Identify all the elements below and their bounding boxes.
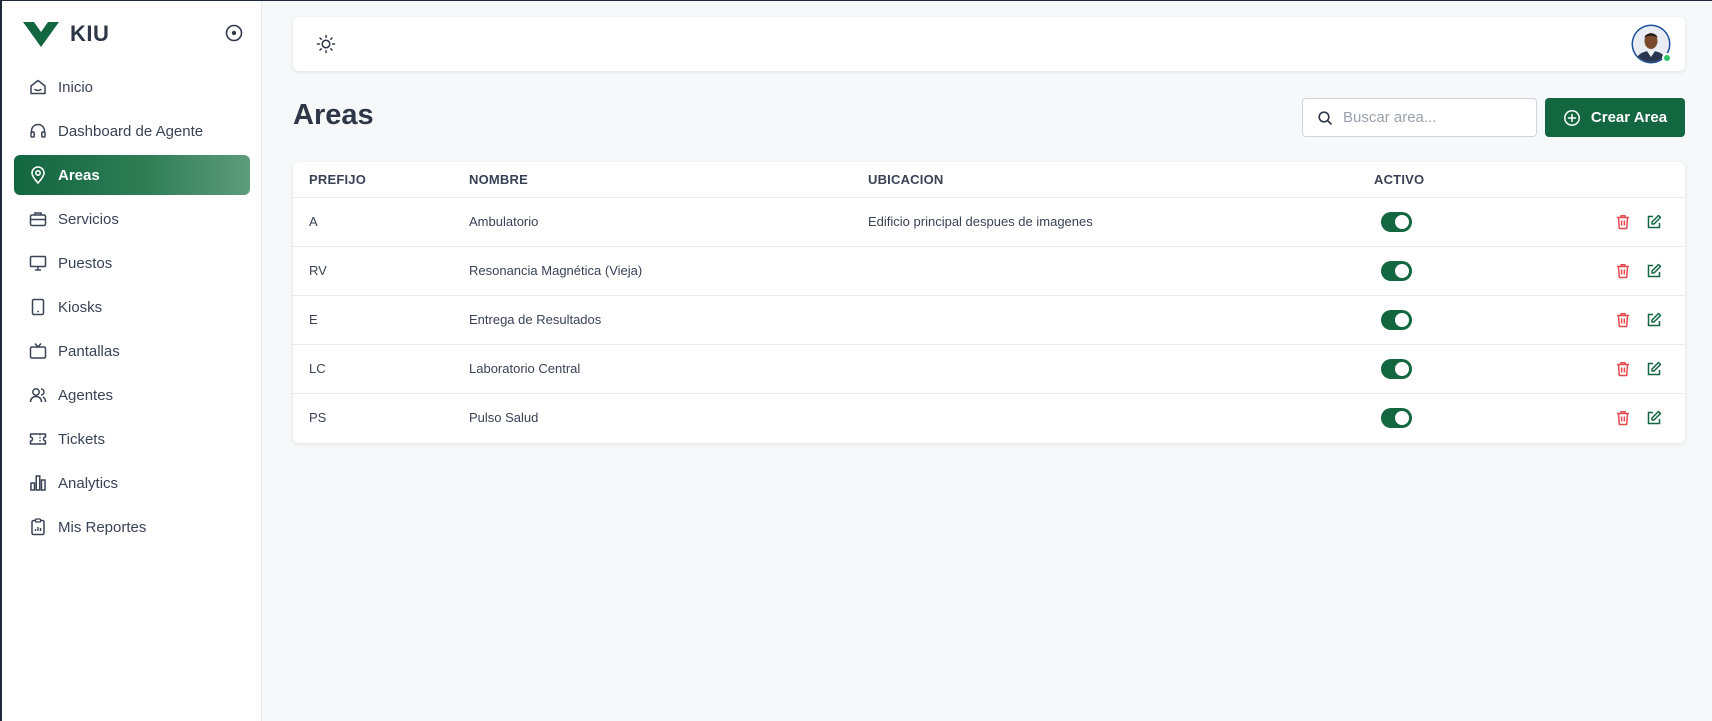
tablet-icon [31, 298, 45, 316]
column-header-nombre: NOMBRE [469, 172, 528, 187]
sidebar-item-mis-reportes[interactable]: Mis Reportes [14, 507, 250, 547]
sidebar-item-tickets[interactable]: Tickets [14, 419, 250, 459]
column-header-prefijo: PREFIJO [309, 172, 367, 187]
sidebar-item-puestos[interactable]: Puestos [14, 243, 250, 283]
table-row: A Ambulatorio Edificio principal despues… [293, 198, 1685, 247]
sidebar-item-label: Pantallas [58, 342, 120, 360]
sidebar-item-inicio[interactable]: Inicio [14, 67, 250, 107]
delete-icon[interactable] [1614, 311, 1632, 329]
column-header-activo: ACTIVO [1374, 172, 1425, 187]
plus-circle-icon [1563, 109, 1580, 126]
cell-nombre: Ambulatorio [469, 214, 539, 229]
users-icon [29, 388, 47, 403]
sidebar-item-kiosks[interactable]: Kiosks [14, 287, 250, 327]
sidebar-item-dashboard-agente[interactable]: Dashboard de Agente [14, 111, 250, 151]
table-row: LC Laboratorio Central [293, 345, 1685, 394]
sidebar-item-agentes[interactable]: Agentes [14, 375, 250, 415]
sidebar-item-analytics[interactable]: Analytics [14, 463, 250, 503]
brand-name: KIU [70, 21, 110, 46]
user-avatar[interactable] [1631, 24, 1672, 64]
sidebar-item-label: Kiosks [58, 298, 103, 316]
headset-icon [30, 123, 46, 138]
sidebar-item-areas[interactable]: Areas [14, 155, 250, 195]
cell-nombre: Entrega de Resultados [469, 312, 602, 327]
sidebar-item-label: Servicios [58, 210, 119, 228]
search-input[interactable] [1343, 109, 1523, 126]
online-status-dot [1662, 53, 1672, 63]
briefcase-icon [29, 212, 47, 227]
column-header-ubicacion: UBICACION [868, 172, 944, 187]
table-row: E Entrega de Resultados [293, 296, 1685, 345]
sidebar-item-pantallas[interactable]: Pantallas [14, 331, 250, 371]
delete-icon[interactable] [1614, 360, 1632, 378]
edit-icon[interactable] [1645, 311, 1663, 329]
tv-icon [29, 343, 47, 359]
sidebar-item-label: Areas [58, 166, 100, 184]
home-icon [30, 79, 46, 95]
table-header: PREFIJO NOMBRE UBICACION ACTIVO [293, 162, 1685, 198]
monitor-icon [29, 255, 47, 271]
edit-icon[interactable] [1645, 213, 1663, 231]
cell-prefijo: RV [309, 263, 327, 278]
table-row: PS Pulso Salud [293, 394, 1685, 443]
cell-nombre: Pulso Salud [469, 410, 539, 425]
delete-icon[interactable] [1614, 213, 1632, 231]
theme-toggle-button[interactable] [315, 33, 337, 55]
kiu-logo-icon [23, 22, 59, 47]
top-bar [293, 17, 1685, 71]
sidebar-item-label: Mis Reportes [58, 518, 147, 536]
edit-icon[interactable] [1645, 262, 1663, 280]
sidebar-item-label: Agentes [58, 386, 114, 404]
sidebar-item-label: Inicio [58, 78, 94, 96]
sidebar: KIU Inicio Dashboard de Agente Areas Ser… [2, 1, 262, 721]
collapse-sidebar-button[interactable] [224, 23, 244, 43]
delete-icon[interactable] [1614, 409, 1632, 427]
cell-nombre: Resonancia Magnética (Vieja) [469, 263, 643, 278]
table-row: RV Resonancia Magnética (Vieja) [293, 247, 1685, 296]
bar-chart-icon [30, 475, 46, 491]
sidebar-item-label: Analytics [58, 474, 119, 492]
sidebar-item-servicios[interactable]: Servicios [14, 199, 250, 239]
cell-prefijo: LC [309, 361, 326, 376]
delete-icon[interactable] [1614, 262, 1632, 280]
active-toggle[interactable] [1381, 261, 1412, 281]
sidebar-nav: Inicio Dashboard de Agente Areas Servici… [14, 67, 250, 551]
cell-prefijo: PS [309, 410, 327, 425]
sidebar-item-label: Puestos [58, 254, 113, 272]
cell-prefijo: A [309, 214, 318, 229]
cell-ubicacion: Edificio principal despues de imagenes [868, 214, 1093, 229]
map-pin-icon [31, 166, 45, 185]
create-area-button[interactable]: Crear Area [1545, 98, 1685, 137]
clipboard-icon [31, 518, 45, 536]
active-toggle[interactable] [1381, 359, 1412, 379]
target-icon [225, 24, 243, 42]
active-toggle[interactable] [1381, 310, 1412, 330]
sidebar-item-label: Tickets [58, 430, 105, 448]
create-area-label: Crear Area [1590, 109, 1668, 126]
window-edge-top [0, 0, 1712, 1]
edit-icon[interactable] [1645, 409, 1663, 427]
edit-icon[interactable] [1645, 360, 1663, 378]
cell-prefijo: E [309, 312, 318, 327]
search-icon [1318, 110, 1332, 125]
search-field[interactable] [1302, 98, 1537, 137]
cell-nombre: Laboratorio Central [469, 361, 581, 376]
sun-icon [316, 34, 336, 54]
active-toggle[interactable] [1381, 212, 1412, 232]
page-title: Areas [293, 99, 374, 131]
active-toggle[interactable] [1381, 408, 1412, 428]
areas-table: PREFIJO NOMBRE UBICACION ACTIVO A Ambula… [293, 162, 1685, 443]
sidebar-item-label: Dashboard de Agente [58, 122, 204, 140]
ticket-icon [29, 433, 47, 445]
brand[interactable]: KIU [22, 19, 109, 49]
window-edge-left [0, 0, 2, 721]
